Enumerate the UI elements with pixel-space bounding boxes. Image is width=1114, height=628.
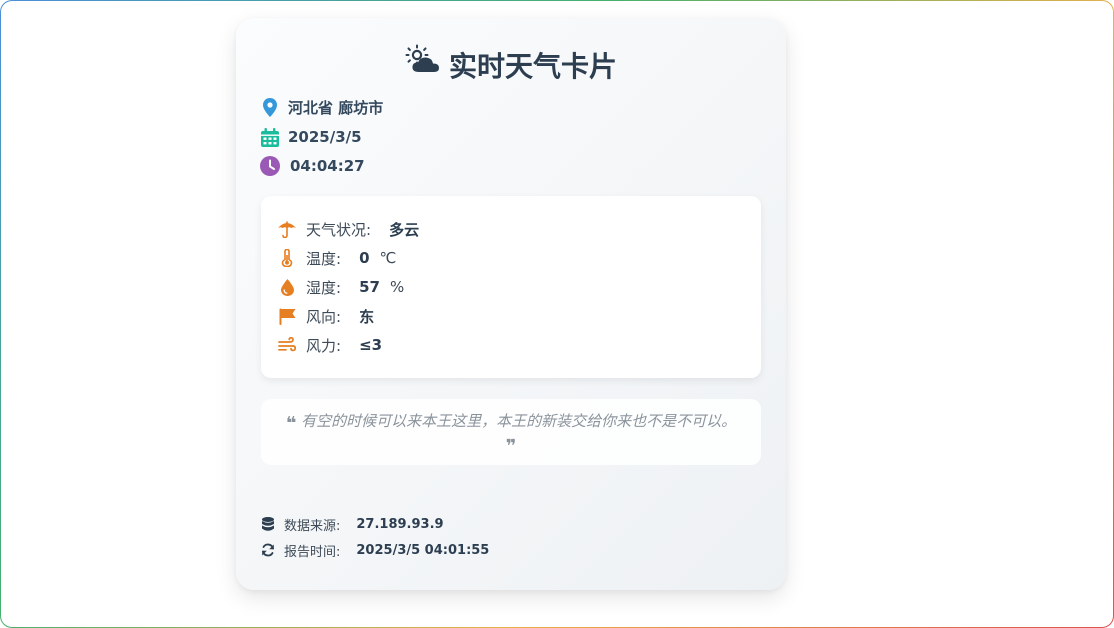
temperature-value: 0 (359, 249, 370, 267)
wind-icon (277, 335, 297, 355)
wind-direction-label: 风向: (306, 307, 342, 326)
condition-label: 天气状况: (306, 220, 372, 239)
map-pin-icon (260, 97, 280, 117)
date-text: 2025/3/5 (288, 128, 362, 146)
temperature-unit: ℃ (379, 249, 397, 267)
umbrella-icon (277, 219, 297, 239)
data-source-label: 数据来源: (284, 518, 341, 534)
wind-power-value: ≤3 (359, 336, 383, 354)
time-text: 04:04:27 (290, 157, 365, 175)
location-row: 河北省 廊坊市 (260, 96, 383, 118)
clock-icon (260, 156, 280, 176)
humidity-label: 湿度: (306, 278, 342, 297)
date-row: 2025/3/5 (260, 126, 362, 148)
quote-panel: ❝ 有空的时候可以来本王这里，本王的新装交给你来也不是不可以。 ❞ (261, 399, 761, 465)
cloud-sun-icon (405, 44, 441, 85)
wind-direction-row: 风向: 东 (277, 305, 374, 327)
location-text: 河北省 廊坊市 (288, 98, 384, 117)
droplet-icon (277, 277, 297, 297)
condition-value: 多云 (389, 220, 420, 239)
card-title: 实时天气卡片 (236, 44, 786, 88)
quote-open-icon: ❝ (285, 413, 297, 434)
database-icon (260, 516, 276, 532)
quote-text: 有空的时候可以来本王这里，本王的新装交给你来也不是不可以。 (301, 412, 737, 430)
time-row: 04:04:27 (260, 155, 365, 177)
temperature-label: 温度: (306, 249, 342, 268)
quote-text-block: ❝ 有空的时候可以来本王这里，本王的新装交给你来也不是不可以。 ❞ (281, 411, 741, 457)
condition-row: 天气状况: 多云 (277, 218, 419, 240)
report-time-row: 报告时间: 2025/3/5 04:01:55 (260, 540, 489, 560)
refresh-icon (260, 542, 276, 558)
humidity-value: 57 (359, 278, 380, 296)
data-source-row: 数据来源: 27.189.93.9 (260, 514, 444, 534)
humidity-unit: % (389, 278, 405, 296)
report-time-value: 2025/3/5 04:01:55 (356, 542, 490, 558)
wind-power-label: 风力: (306, 336, 342, 355)
weather-details-panel: 天气状况: 多云 温度: 0 ℃ 湿度: 57 % 风向: 东 风力: ≤3 (261, 196, 761, 378)
quote-close-icon: ❞ (505, 436, 517, 457)
flag-icon (277, 306, 297, 326)
report-time-label: 报告时间: (284, 544, 341, 560)
calendar-icon (260, 127, 280, 147)
data-source-value: 27.189.93.9 (356, 516, 444, 532)
temperature-row: 温度: 0 ℃ (277, 247, 396, 269)
weather-card: 实时天气卡片 河北省 廊坊市 2025/3/5 04:04:27 天气状况: 多… (236, 18, 786, 590)
card-title-text: 实时天气卡片 (448, 50, 617, 83)
wind-power-row: 风力: ≤3 (277, 334, 382, 356)
humidity-row: 湿度: 57 % (277, 276, 404, 298)
thermometer-icon (277, 248, 297, 268)
wind-direction-value: 东 (359, 307, 375, 326)
